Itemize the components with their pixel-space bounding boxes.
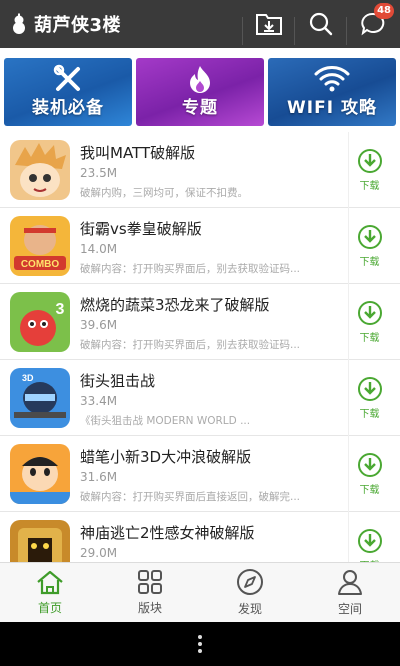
download-arrow-icon (357, 301, 382, 325)
list-item[interactable]: 蜡笔小新3D大冲浪破解版 31.6M 破解内容：打开购买界面后直接返回，破解完.… (0, 436, 400, 512)
download-arrow-icon (357, 377, 382, 401)
svg-text:3D: 3D (22, 373, 34, 383)
download-arrow-icon (357, 225, 382, 249)
system-navigation-bar (0, 622, 400, 666)
app-description: 破解内容：打开购买界面后直接返回，破解完... (80, 491, 301, 503)
app-name: 我叫MATT破解版 (80, 144, 196, 162)
banner-essentials[interactable]: 装机必备 (4, 58, 132, 126)
app-size: 33.4M (80, 394, 118, 408)
banner-topics[interactable]: 专题 (136, 58, 264, 126)
download-label: 下载 (359, 485, 380, 496)
download-manager-button[interactable] (242, 7, 286, 45)
download-label: 下载 (359, 409, 380, 420)
divider (346, 17, 347, 45)
gourd-logo-icon (13, 13, 25, 34)
app-size: 29.0M (80, 546, 118, 560)
download-arrow-icon (357, 149, 382, 173)
nav-label: 版块 (137, 601, 162, 615)
download-label: 下载 (359, 181, 380, 192)
grid-icon (138, 570, 162, 594)
app-size: 31.6M (80, 470, 118, 484)
app-size: 23.5M (80, 166, 118, 180)
app-title: 葫芦侠3楼 (34, 15, 122, 36)
download-arrow-icon (357, 453, 382, 477)
overflow-menu-icon[interactable] (198, 635, 202, 653)
app-name: 蜡笔小新3D大冲浪破解版 (80, 448, 252, 466)
download-label: 下载 (359, 333, 380, 344)
home-icon (37, 570, 63, 595)
app-description: 破解内购，三网均可，保证不扣费。 (80, 187, 248, 199)
app-name: 神庙逃亡2性感女神破解版 (80, 524, 255, 542)
nav-sections[interactable]: 版块 (100, 563, 200, 622)
divider (242, 17, 243, 45)
app-name: 燃烧的蔬菜3恐龙来了破解版 (80, 296, 270, 314)
app-description: 破解内容：打开购买界面后，别去获取验证码... (80, 339, 301, 351)
bottom-navigation: 首页 版块 发现 空间 (0, 562, 400, 622)
download-arrow-icon (357, 529, 382, 553)
list-item[interactable]: 神庙逃亡2性感女神破解版 29.0M 下载 (0, 512, 400, 562)
app-icon-matt (10, 140, 70, 200)
app-icon-burning-veggies: 3 (10, 292, 70, 352)
nav-label: 空间 (337, 602, 362, 616)
messages-button[interactable]: 48 (346, 3, 394, 45)
app-icon-temple-run (10, 520, 70, 562)
download-button[interactable]: 下载 (348, 208, 390, 284)
nav-discover[interactable]: 发现 (200, 563, 300, 622)
download-button[interactable]: 下载 (348, 360, 390, 436)
download-button[interactable]: 下载 (348, 284, 390, 360)
app-list: 我叫MATT破解版 23.5M 破解内购，三网均可，保证不扣费。 下载 COMB… (0, 132, 400, 562)
app-name: 街头狙击战 (80, 372, 156, 390)
nav-profile-space[interactable]: 空间 (300, 563, 400, 622)
nav-label: 首页 (37, 601, 62, 615)
banner-label: 装机必备 (32, 98, 104, 118)
banner-label: 专题 (182, 98, 218, 118)
divider (294, 17, 295, 45)
svg-text:3: 3 (56, 301, 65, 318)
person-icon (338, 570, 362, 595)
banner-label: WIFI 攻略 (287, 98, 377, 118)
wifi-icon (314, 66, 350, 92)
download-button[interactable]: 下载 (348, 436, 390, 512)
download-label: 下载 (359, 257, 380, 268)
app-description: 破解内容：打开购买界面后，别去获取验证码... (80, 263, 301, 275)
app-size: 14.0M (80, 242, 118, 256)
app-icon-street-fighter: COMBO (10, 216, 70, 276)
top-bar: 葫芦侠3楼 48 (0, 0, 400, 48)
app-icon-street-sniper: 3D (10, 368, 70, 428)
notification-badge: 48 (374, 3, 394, 19)
flame-icon (190, 66, 210, 93)
nav-home[interactable]: 首页 (0, 563, 100, 622)
category-banners: 装机必备 专题 WIFI 攻略 (0, 48, 400, 132)
header-actions: 48 (242, 0, 394, 48)
nav-label: 发现 (237, 602, 262, 616)
tools-icon (53, 64, 80, 91)
app-icon-crayon-shinchan (10, 444, 70, 504)
app-size: 39.6M (80, 318, 118, 332)
list-item[interactable]: COMBO 街霸vs拳皇破解版 14.0M 破解内容：打开购买界面后，别去获取验… (0, 208, 400, 284)
search-button[interactable] (294, 7, 338, 45)
download-button[interactable]: 下载 (348, 132, 390, 208)
app-description: 《街头狙击战 MODERN WORLD ... (80, 415, 251, 427)
search-icon (309, 12, 333, 36)
banner-wifi-guide[interactable]: WIFI 攻略 (268, 58, 396, 126)
download-button[interactable]: 下载 (348, 512, 390, 562)
list-item[interactable]: 3 燃烧的蔬菜3恐龙来了破解版 39.6M 破解内容：打开购买界面后，别去获取验… (0, 284, 400, 360)
list-item[interactable]: 我叫MATT破解版 23.5M 破解内购，三网均可，保证不扣费。 下载 (0, 132, 400, 208)
list-item[interactable]: 3D 街头狙击战 33.4M 《街头狙击战 MODERN WORLD ... 下… (0, 360, 400, 436)
svg-text:COMBO: COMBO (21, 259, 60, 270)
download-box-icon (256, 14, 282, 35)
app-name: 街霸vs拳皇破解版 (80, 220, 202, 238)
app-screen: 葫芦侠3楼 48 装机必备 专题 WIFI 攻略 我叫MATT破解版 23.5M… (0, 0, 400, 622)
compass-icon (237, 569, 263, 595)
